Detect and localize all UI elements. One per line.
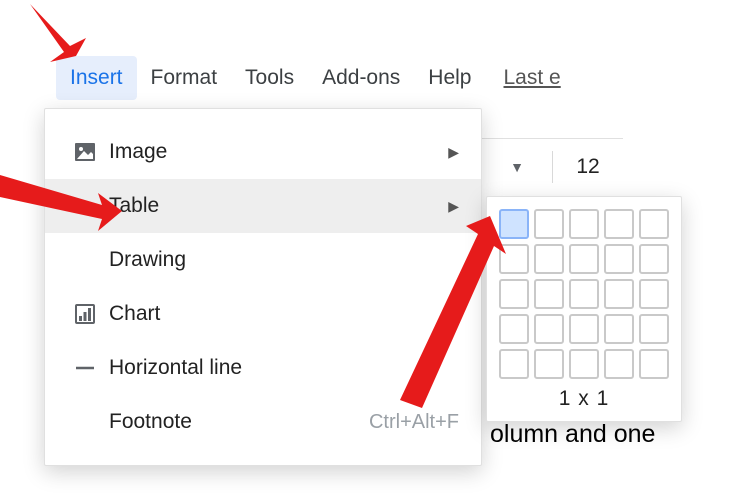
table-size-cell[interactable]: [569, 349, 599, 379]
last-edit-link[interactable]: Last e: [504, 66, 561, 90]
table-size-cell[interactable]: [604, 349, 634, 379]
dropdown-item-image[interactable]: Image ▶: [45, 125, 481, 179]
insert-dropdown: Image ▶ Table ▶ Drawing Chart ▶ Horizont…: [44, 108, 482, 466]
dropdown-label: Drawing: [109, 248, 186, 272]
menu-tools[interactable]: Tools: [231, 56, 308, 100]
table-size-cell[interactable]: [499, 279, 529, 309]
font-size-value[interactable]: 12: [553, 155, 623, 179]
menu-insert[interactable]: Insert: [56, 56, 137, 100]
table-size-cell[interactable]: [639, 279, 669, 309]
menu-format[interactable]: Format: [137, 56, 232, 100]
footnote-shortcut: Ctrl+Alt+F: [369, 411, 459, 434]
table-size-cell[interactable]: [499, 314, 529, 344]
dropdown-item-horizontal-line[interactable]: Horizontal line: [45, 341, 481, 395]
dropdown-label: Table: [109, 194, 159, 218]
table-size-cell[interactable]: [499, 349, 529, 379]
table-size-cell[interactable]: [569, 314, 599, 344]
submenu-caret-icon: ▶: [448, 198, 459, 215]
table-size-cell[interactable]: [604, 244, 634, 274]
table-size-cell[interactable]: [569, 244, 599, 274]
dropdown-item-table[interactable]: Table ▶: [45, 179, 481, 233]
table-size-cell[interactable]: [604, 209, 634, 239]
submenu-caret-icon: ▶: [448, 306, 459, 323]
table-size-cell[interactable]: [499, 244, 529, 274]
table-size-cell[interactable]: [639, 209, 669, 239]
document-text-fragment: olumn and one: [490, 420, 655, 449]
font-family-caret[interactable]: ▼: [482, 159, 552, 175]
dropdown-item-chart[interactable]: Chart ▶: [45, 287, 481, 341]
dropdown-label: Footnote: [109, 410, 192, 434]
menu-addons[interactable]: Add-ons: [308, 56, 414, 100]
dropdown-item-footnote[interactable]: Footnote Ctrl+Alt+F: [45, 395, 481, 449]
dropdown-label: Chart: [109, 302, 160, 326]
table-size-grid[interactable]: [499, 209, 669, 379]
table-size-label: 1 x 1: [499, 387, 669, 411]
table-size-cell[interactable]: [639, 244, 669, 274]
table-size-picker: 1 x 1: [486, 196, 682, 422]
dropdown-label: Horizontal line: [109, 356, 242, 380]
table-size-cell[interactable]: [639, 314, 669, 344]
horizontal-line-icon: [61, 356, 109, 380]
table-size-cell[interactable]: [534, 279, 564, 309]
toolbar-fragment: ▼ 12: [482, 138, 623, 183]
table-size-cell[interactable]: [534, 349, 564, 379]
table-size-cell[interactable]: [534, 244, 564, 274]
dropdown-label: Image: [109, 140, 167, 164]
table-size-cell[interactable]: [499, 209, 529, 239]
menu-help[interactable]: Help: [414, 56, 485, 100]
table-size-cell[interactable]: [604, 279, 634, 309]
table-size-cell[interactable]: [534, 209, 564, 239]
table-size-cell[interactable]: [604, 314, 634, 344]
table-size-cell[interactable]: [534, 314, 564, 344]
image-icon: [61, 140, 109, 164]
table-size-cell[interactable]: [569, 209, 599, 239]
table-size-cell[interactable]: [569, 279, 599, 309]
submenu-caret-icon: ▶: [448, 144, 459, 161]
chart-icon: [61, 302, 109, 326]
table-size-cell[interactable]: [639, 349, 669, 379]
dropdown-item-drawing[interactable]: Drawing: [45, 233, 481, 287]
menu-bar: Insert Format Tools Add-ons Help Last e: [56, 56, 561, 100]
